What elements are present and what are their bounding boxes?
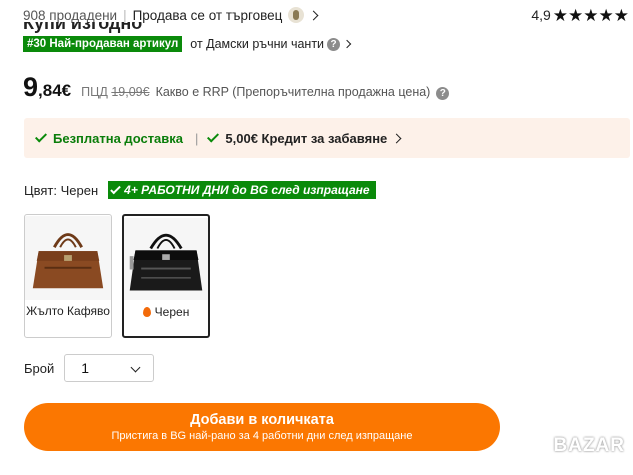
add-to-cart-label: Добави в количката bbox=[190, 412, 334, 428]
help-icon[interactable]: ? bbox=[327, 37, 341, 51]
divider: | bbox=[123, 7, 127, 23]
shipping-time-badge: 4+ РАБОТНИ ДНИ до BG след изпращане bbox=[108, 181, 376, 199]
price-row: 9 ,84 € ПЦД 19,09€ Какво е RRP (Препоръч… bbox=[23, 72, 450, 103]
chevron-right-icon[interactable] bbox=[308, 10, 319, 20]
chevron-right-icon[interactable] bbox=[342, 39, 352, 49]
price-decimal: ,84 bbox=[38, 81, 62, 100]
color-row: Цвят: Черен 4+ РАБОТНИ ДНИ до BG след из… bbox=[24, 181, 376, 199]
price-currency: € bbox=[61, 81, 72, 100]
rrp-info[interactable]: Какво е RRP (Препоръчителна продажна цен… bbox=[156, 85, 431, 99]
rating-value: 4,9 bbox=[531, 7, 551, 23]
bestseller-category[interactable]: от Дамски ръчни чанти bbox=[190, 37, 324, 51]
check-icon bbox=[34, 129, 48, 143]
free-shipping-text: Безплатна доставка bbox=[53, 130, 184, 146]
brown-handbag-image bbox=[25, 215, 111, 301]
divider: | bbox=[195, 130, 199, 146]
promo-box: Безплатна доставка | 5,00€ Кредит за заб… bbox=[24, 118, 630, 158]
rrp-label: ПЦД bbox=[81, 85, 108, 99]
rating[interactable]: 4,9 ★★★★★ bbox=[531, 7, 629, 24]
product-title: Купи изгодно bbox=[23, 22, 143, 33]
bestseller-row[interactable]: #30 Най-продаван артикул от Дамски ръчни… bbox=[23, 34, 352, 54]
black-handbag-image bbox=[124, 217, 208, 301]
color-option-label: Черен bbox=[124, 302, 208, 320]
check-icon bbox=[207, 129, 220, 143]
quantity-row: Брой 1 bbox=[24, 354, 155, 382]
seller-link[interactable]: Продава се от търговец bbox=[133, 8, 283, 23]
chevron-right-icon[interactable] bbox=[391, 133, 402, 143]
watermark-logo: BAZAR bbox=[553, 435, 625, 456]
rrp: ПЦД 19,09€ bbox=[81, 85, 149, 99]
quantity-label: Брой bbox=[24, 360, 55, 376]
bestseller-badge: #30 Най-продаван артикул bbox=[23, 36, 183, 52]
color-option-brown[interactable]: Жълто Кафяво bbox=[24, 214, 112, 338]
rrp-value: 19,09€ bbox=[111, 85, 150, 99]
quantity-value: 1 bbox=[81, 360, 90, 376]
shipping-time-text: 4+ РАБОТНИ ДНИ до BG след изпращане bbox=[124, 183, 370, 197]
star-icons: ★★★★★ bbox=[552, 5, 629, 25]
color-option-label: Жълто Кафяво bbox=[26, 304, 110, 318]
delivery-estimate: Пристига в BG най-рано за 4 работни дни … bbox=[111, 430, 413, 442]
check-icon bbox=[110, 183, 121, 194]
color-label: Цвят: Черен bbox=[24, 182, 99, 198]
color-option-label-text: Черен bbox=[154, 305, 190, 319]
flame-icon bbox=[142, 307, 151, 317]
sold-count: 908 продадени bbox=[23, 7, 118, 23]
seller-badge-icon bbox=[288, 7, 305, 23]
product-title-clipped: Купи изгодно bbox=[23, 22, 223, 34]
help-icon[interactable]: ? bbox=[436, 87, 450, 100]
quantity-select[interactable]: 1 bbox=[64, 354, 155, 382]
add-to-cart-button[interactable]: Добави в количката Пристига в BG най-ран… bbox=[24, 403, 500, 451]
price-integer: 9 bbox=[23, 72, 39, 102]
delay-credit-link[interactable]: 5,00€ Кредит за забавяне bbox=[225, 131, 387, 146]
chevron-down-icon bbox=[130, 362, 141, 373]
color-option-black[interactable]: Черен bbox=[122, 214, 210, 338]
